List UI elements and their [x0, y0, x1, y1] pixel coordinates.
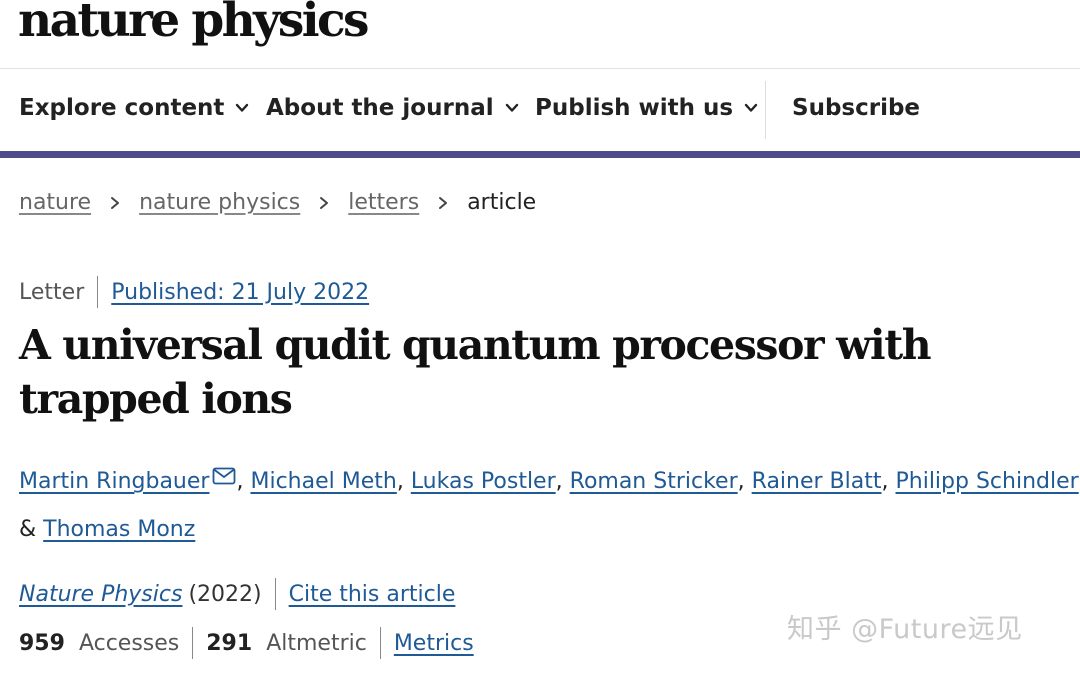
article-meta: Letter Published: 21 July 2022 [19, 276, 369, 308]
main-nav: Explore content About the journal Publis… [0, 69, 1080, 152]
nav-publish-with-us[interactable]: Publish with us [535, 95, 759, 121]
meta-divider [97, 276, 99, 308]
mail-icon[interactable] [212, 467, 236, 485]
author-list: Martin Ringbauer , Michael Meth, Lukas P… [19, 458, 1079, 554]
article-type: Letter [19, 279, 85, 305]
author-separator: , [881, 469, 896, 494]
author-link[interactable]: Rainer Blatt [752, 469, 882, 494]
chevron-down-icon [505, 103, 518, 112]
chevron-down-icon [744, 103, 758, 112]
chevron-right-icon [111, 196, 120, 209]
metrics-divider [192, 627, 194, 659]
journal-name-link[interactable]: Nature Physics [19, 582, 182, 607]
altmetric-count: 291 [206, 630, 253, 656]
altmetric-label: Altmetric [266, 630, 367, 656]
breadcrumb: nature nature physics letters article [19, 190, 536, 215]
breadcrumb-nature[interactable]: nature [19, 190, 91, 215]
author-link[interactable]: Martin Ringbauer [19, 469, 209, 494]
author-link[interactable]: Lukas Postler [411, 469, 556, 494]
nav-explore-content-label: Explore content [19, 95, 225, 121]
article-title: A universal qudit quantum processor with… [19, 321, 932, 423]
breadcrumb-letters[interactable]: letters [348, 190, 419, 215]
author-separator: , [737, 469, 752, 494]
article-page: nature physics Explore content About the… [0, 0, 1080, 674]
nav-about-journal[interactable]: About the journal [266, 95, 520, 121]
zhihu-watermark: 知乎 @Future远见 [787, 614, 1023, 645]
article-metrics: 959 Accesses 291 Altmetric Metrics [19, 627, 474, 659]
author-separator: , [396, 469, 411, 494]
nav-explore-content[interactable]: Explore content [19, 95, 250, 121]
author-link[interactable]: Philipp Schindler [896, 469, 1079, 494]
subscribe-link[interactable]: Subscribe [792, 95, 920, 121]
chevron-down-icon [236, 103, 249, 112]
breadcrumb-current: article [467, 190, 537, 215]
cite-article-link[interactable]: Cite this article [289, 582, 456, 607]
author-separator: , [555, 469, 570, 494]
accesses-count: 959 [19, 630, 65, 656]
metrics-divider [379, 627, 381, 659]
author-link[interactable]: Roman Stricker [570, 469, 738, 494]
published-date-link[interactable]: Published: 21 July 2022 [111, 280, 369, 305]
accesses-label: Accesses [78, 630, 180, 656]
nav-about-journal-label: About the journal [266, 95, 494, 121]
nav-publish-with-us-label: Publish with us [535, 95, 734, 121]
metrics-link[interactable]: Metrics [394, 631, 474, 656]
logo-bar: nature physics [0, 0, 1080, 69]
chevron-right-icon [439, 196, 448, 209]
author-link[interactable]: Michael Meth [250, 469, 396, 494]
journal-line: Nature Physics (2022) Cite this article [19, 578, 455, 610]
author-conjunction: & [19, 517, 44, 542]
author-separator: , [236, 469, 251, 494]
journal-logo[interactable]: nature physics [18, 0, 369, 48]
journal-divider [274, 578, 276, 610]
author-link[interactable]: Thomas Monz [43, 517, 195, 542]
journal-year: (2022) [188, 581, 262, 607]
chevron-right-icon [320, 196, 329, 209]
breadcrumb-nature-physics[interactable]: nature physics [139, 190, 300, 215]
nav-divider [765, 81, 766, 139]
nav-accent-bar [0, 151, 1080, 158]
